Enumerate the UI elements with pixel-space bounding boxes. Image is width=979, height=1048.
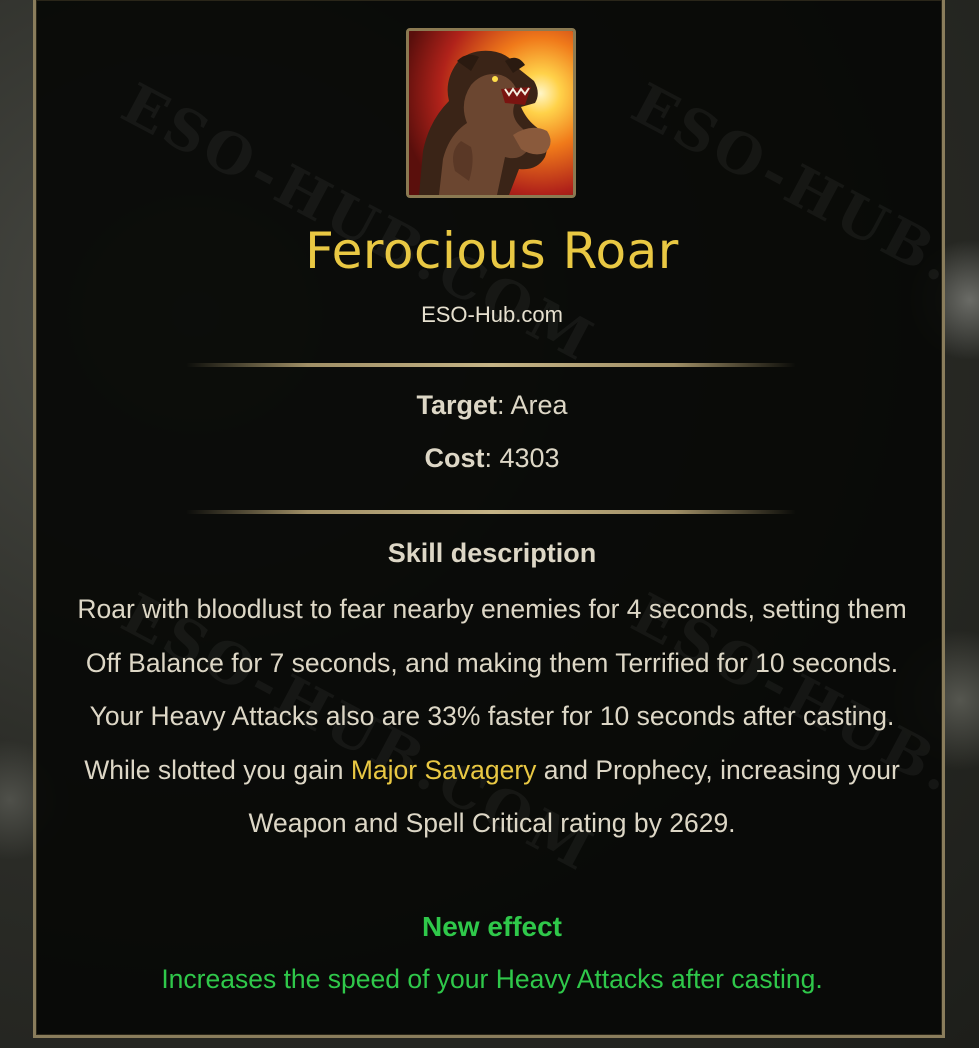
cost-stat: Cost: 4303 [424, 443, 560, 473]
new-effect-heading: New effect [421, 911, 563, 942]
skill-tooltip: ESO-HUB.COM ESO-HUB.COM ESO-HUB.COM ESO-… [33, 0, 945, 1038]
target-label: Target [416, 390, 497, 420]
cost-label: Cost [424, 443, 485, 473]
target-stat: Target: Area [416, 390, 568, 420]
major-savagery-link[interactable]: Major Savagery [351, 755, 537, 785]
target-value: Area [510, 390, 568, 420]
skill-description: Roar with bloodlust to fear nearby enemi… [76, 583, 908, 851]
new-effect-text: Increases the speed of your Heavy Attack… [161, 964, 823, 994]
skill-icon-frame [406, 28, 576, 198]
werewolf-roar-icon [409, 31, 573, 195]
description-heading: Skill description [387, 538, 597, 568]
divider [186, 510, 796, 514]
skill-title: Ferocious Roar [305, 222, 679, 280]
description-text-after: and Prophecy, increasing your Weapon and… [248, 754, 900, 839]
source-label: ESO-Hub.com [421, 302, 563, 327]
divider [186, 363, 796, 367]
cost-value: 4303 [499, 443, 560, 473]
